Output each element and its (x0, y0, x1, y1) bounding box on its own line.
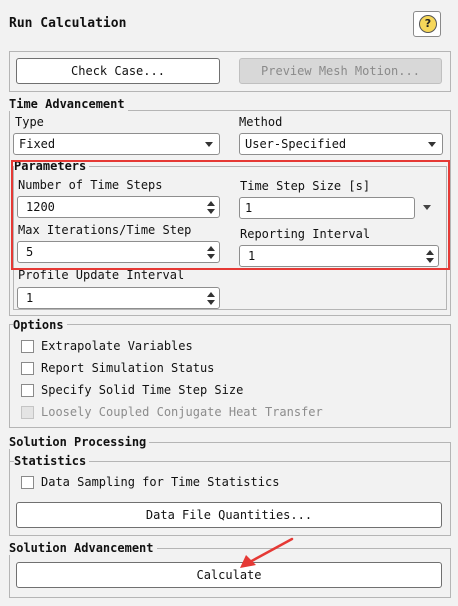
specify-solid-time-step-checkbox[interactable]: Specify Solid Time Step Size (21, 382, 321, 400)
checkbox-box[interactable] (21, 340, 34, 353)
checkbox-label: Specify Solid Time Step Size (41, 383, 244, 397)
checkbox-label: Loosely Coupled Conjugate Heat Transfer (41, 405, 323, 419)
time-advancement-heading: Time Advancement (9, 97, 128, 111)
chevron-down-icon (205, 142, 213, 147)
options-heading: Options (13, 318, 67, 332)
report-simulation-status-checkbox[interactable]: Report Simulation Status (21, 360, 321, 378)
profile-update-interval-input[interactable]: 1 (17, 287, 220, 309)
checkbox-label: Report Simulation Status (41, 361, 215, 375)
check-case-button[interactable]: Check Case... (16, 58, 220, 84)
solution-processing-heading: Solution Processing (9, 435, 150, 449)
annotation-arrow-icon (240, 537, 294, 568)
checkbox-label: Extrapolate Variables (41, 339, 193, 353)
method-label: Method (239, 115, 283, 129)
calculate-button[interactable]: Calculate (16, 562, 442, 588)
checkbox-box[interactable] (21, 362, 34, 375)
spin-up-icon[interactable] (207, 292, 215, 297)
profile-update-interval-value: 1 (26, 291, 34, 305)
statistics-heading: Statistics (14, 454, 90, 468)
profile-update-interval-label: Profile Update Interval (18, 268, 185, 282)
checkbox-box (21, 406, 34, 419)
chevron-down-icon (428, 142, 436, 147)
page-title: Run Calculation (9, 16, 127, 31)
help-button[interactable]: ? (413, 11, 441, 37)
loosely-coupled-cht-checkbox: Loosely Coupled Conjugate Heat Transfer (21, 404, 341, 422)
spin-down-icon[interactable] (207, 300, 215, 305)
method-value: User-Specified (245, 137, 347, 151)
type-value: Fixed (19, 137, 56, 151)
preview-mesh-motion-button[interactable]: Preview Mesh Motion... (239, 58, 442, 84)
highlight-box (11, 160, 450, 270)
type-label: Type (15, 115, 44, 129)
type-dropdown[interactable]: Fixed (13, 133, 220, 155)
checkbox-box[interactable] (21, 476, 34, 489)
help-icon: ? (419, 15, 437, 33)
solution-advancement-heading: Solution Advancement (9, 541, 157, 555)
checkbox-label: Data Sampling for Time Statistics (41, 475, 280, 489)
method-dropdown[interactable]: User-Specified (239, 133, 443, 155)
checkbox-box[interactable] (21, 384, 34, 397)
extrapolate-variables-checkbox[interactable]: Extrapolate Variables (21, 338, 321, 356)
data-file-quantities-button[interactable]: Data File Quantities... (16, 502, 442, 528)
data-sampling-checkbox[interactable]: Data Sampling for Time Statistics (21, 474, 341, 492)
